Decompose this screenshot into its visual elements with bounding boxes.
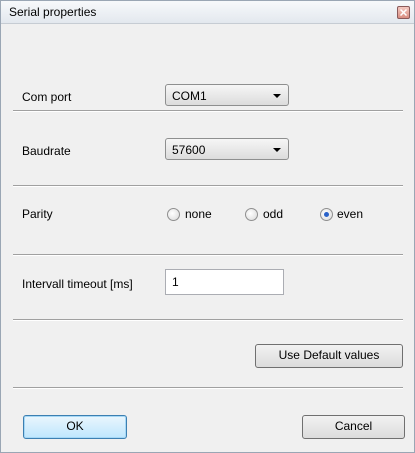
com-port-label: Com port: [22, 90, 72, 104]
separator: [13, 387, 403, 389]
close-icon: [399, 8, 408, 17]
chevron-down-icon: [273, 148, 281, 152]
timeout-value: 1: [172, 275, 179, 289]
parity-none-radio[interactable]: [167, 208, 180, 221]
cancel-button[interactable]: Cancel: [302, 415, 405, 439]
parity-even-radio[interactable]: [320, 208, 333, 221]
separator: [13, 254, 403, 256]
baudrate-value: 57600: [172, 143, 206, 157]
separator: [13, 319, 403, 321]
parity-label: Parity: [22, 207, 53, 221]
baudrate-label: Baudrate: [22, 144, 71, 158]
separator: [13, 185, 403, 187]
parity-none-label[interactable]: none: [185, 207, 212, 221]
parity-odd-label[interactable]: odd: [263, 207, 283, 221]
window-title: Serial properties: [9, 5, 97, 19]
ok-button[interactable]: OK: [23, 415, 127, 439]
com-port-dropdown[interactable]: COM1: [165, 84, 289, 106]
timeout-input[interactable]: 1: [165, 269, 284, 295]
chevron-down-icon: [273, 94, 281, 98]
title-bar[interactable]: Serial properties: [1, 1, 414, 24]
close-button[interactable]: [397, 6, 410, 19]
baudrate-dropdown[interactable]: 57600: [165, 138, 289, 160]
separator: [13, 110, 403, 112]
use-default-values-button[interactable]: Use Default values: [255, 344, 403, 368]
timeout-label: Intervall timeout [ms]: [22, 277, 133, 291]
com-port-value: COM1: [172, 89, 207, 103]
parity-odd-radio[interactable]: [245, 208, 258, 221]
serial-properties-dialog: Serial properties Com port COM1 Baudrate…: [0, 0, 415, 453]
parity-even-label[interactable]: even: [337, 207, 363, 221]
